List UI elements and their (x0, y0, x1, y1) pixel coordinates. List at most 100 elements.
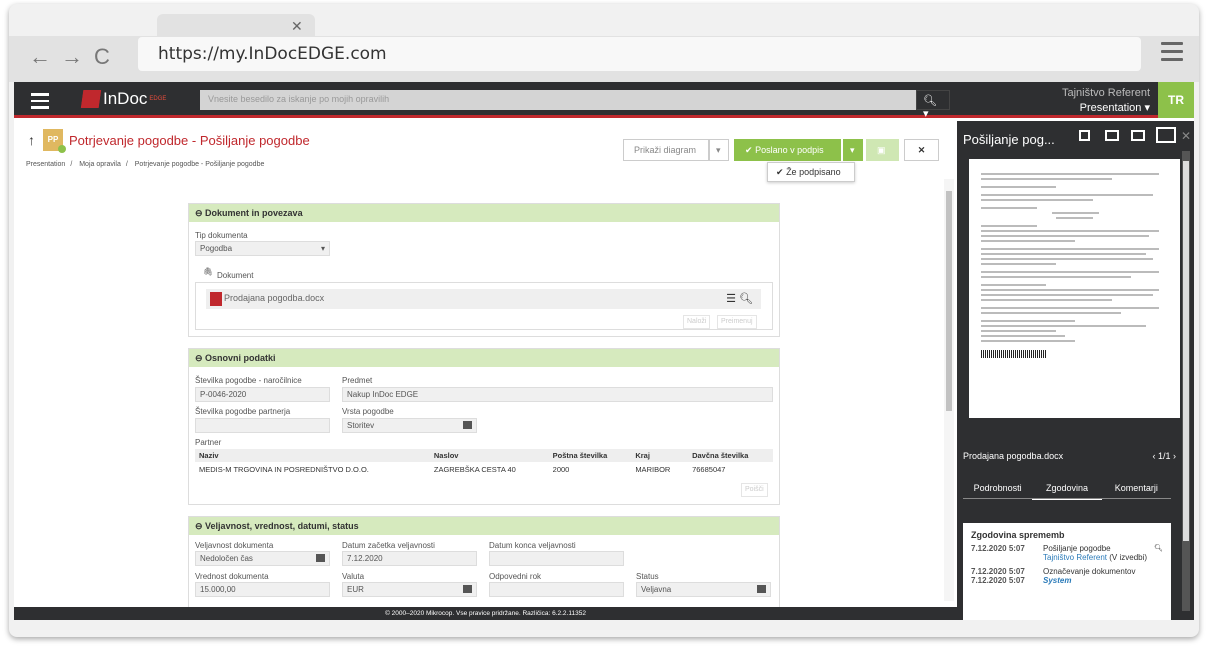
browser-menu-icon[interactable] (1161, 42, 1183, 66)
history-date: 7.12.2020 5:07 (971, 544, 1025, 553)
task-badge: PP (47, 135, 59, 144)
table-cell: ZAGREBŠKA CESTA 40 (433, 465, 516, 474)
start-date-label: Datum začetka veljavnosti (342, 541, 435, 550)
search-icon[interactable]: 🔍︎ (1154, 544, 1163, 562)
search-button[interactable]: 🔍︎ ▾ (916, 90, 950, 120)
save-icon[interactable]: ▣ (866, 139, 899, 161)
history-item[interactable]: 7.12.2020 5:07 System (971, 576, 1163, 585)
browser-window: ✕ ← → C https://my.InDocEDGE.com InDoc ED… (9, 4, 1199, 637)
file-row[interactable]: Prodajana pogodba.docx ☰ 🔍︎ (206, 289, 761, 309)
panel-scrollbar[interactable] (1182, 151, 1190, 611)
close-button[interactable]: ✕ (904, 139, 939, 161)
back-icon[interactable]: ↑ (28, 132, 35, 148)
history-item[interactable]: 7.12.2020 5:07 Pošiljanje pogodbe Tajništ… (971, 544, 1163, 562)
panel-close-icon[interactable]: ✕ (1181, 129, 1191, 143)
show-diagram-button[interactable]: Prikaži diagram (623, 139, 709, 161)
section-header[interactable]: ⊖ Osnovni podatki (189, 349, 779, 367)
logo-mark-icon (81, 90, 102, 108)
partner-table: Naziv Naslov Poštna številka Kraj Davčna… (195, 449, 773, 477)
top-bar: InDoc EDGE Vnesite besedilo za iskanje po… (14, 82, 1194, 120)
doc-type-value: Pogodba (200, 244, 233, 253)
user-company[interactable]: Presentation ▾ (1062, 101, 1150, 116)
history-item[interactable]: 7.12.2020 5:07 Označevanje dokumentov (971, 567, 1163, 576)
validity-value: Nedoločen čas (200, 554, 253, 563)
search-input[interactable]: Vnesite besedilo za iskanje po mojih opr… (200, 90, 950, 120)
contract-number-label: Številka pogodbe - naročilnice (195, 376, 302, 385)
diagram-dropdown-button[interactable]: ▾ (709, 139, 729, 161)
value-input[interactable]: 15.000,00 (195, 582, 330, 597)
dropdown-item-signed[interactable]: ✔ Že podpisano (767, 162, 855, 182)
send-dropdown-button[interactable]: ▾ (843, 139, 863, 161)
menu-icon[interactable] (31, 93, 49, 113)
panel-title: Pošiljanje pog... (963, 132, 1055, 147)
search-partner-button[interactable]: Poišči (741, 483, 768, 497)
history-user[interactable]: Tajništvo Referent (1043, 553, 1107, 562)
calendar-icon[interactable] (757, 585, 766, 593)
validity-input[interactable]: Nedoločen čas (195, 551, 330, 566)
calendar-icon[interactable] (463, 421, 472, 429)
breadcrumb: Presentation / Moja opravila / Potrjevanje… (26, 161, 265, 168)
table-header-row: Naziv Naslov Poštna številka Kraj Davčna… (195, 449, 773, 462)
avatar[interactable]: TR (1158, 82, 1194, 118)
section-title: Dokument in povezava (205, 208, 303, 218)
doc-label: Dokument (217, 271, 254, 280)
send-button[interactable]: ✔ Poslano v podpis (734, 139, 841, 161)
layout-full-icon[interactable] (1105, 130, 1119, 141)
app: InDoc EDGE Vnesite besedilo za iskanje po… (14, 82, 1194, 620)
doc-type-select[interactable]: Pogodba ▾ (195, 241, 330, 256)
breadcrumb-item: Potrjevanje pogodbe - Pošiljanje pogodbe (134, 161, 265, 168)
partner-number-input[interactable] (195, 418, 330, 433)
url-bar[interactable]: https://my.InDocEDGE.com (138, 37, 1141, 71)
contract-number-input[interactable]: P-0046-2020 (195, 387, 330, 402)
subject-label: Predmet (342, 376, 373, 385)
currency-input[interactable]: EUR (342, 582, 477, 597)
calendar-icon[interactable] (316, 554, 325, 562)
history-list: Zgodovina sprememb 7.12.2020 5:07 Pošilj… (963, 523, 1171, 620)
section-title: Osnovni podatki (205, 353, 276, 363)
contract-kind-input[interactable]: Storitev (342, 418, 477, 433)
notice-period-label: Odpovedni rok (489, 572, 542, 581)
logo[interactable]: InDoc EDGE (82, 89, 166, 109)
document-preview[interactable] (969, 159, 1180, 418)
table-row[interactable]: MEDIS-M TRGOVINA IN POSREDNIŠTVO D.O.O. … (195, 462, 773, 477)
breadcrumb-item[interactable]: Moja opravila (79, 161, 121, 168)
layout-panel-icon[interactable] (1156, 127, 1176, 143)
back-arrow-icon[interactable]: ← (29, 44, 51, 70)
rename-button[interactable]: Preimenuj (717, 315, 757, 329)
reload-icon[interactable]: C (94, 44, 110, 70)
logo-text: InDoc (103, 89, 148, 108)
footer: © 2000–2020 Mikrocop. Vse pravice pridrž… (14, 607, 957, 620)
external-link-icon[interactable] (1079, 130, 1090, 141)
column-header: Naslov (429, 449, 549, 462)
section-header[interactable]: ⊖ Veljavnost, vrednost, datumi, status (189, 517, 779, 535)
check-icon: ✔ (776, 167, 784, 177)
section-header[interactable]: ⊖ Dokument in povezava (189, 204, 779, 222)
forward-arrow-icon[interactable]: → (61, 44, 83, 70)
page-navigation[interactable]: ‹ 1/1 › (1152, 451, 1176, 461)
subject-input[interactable]: Nakup InDoc EDGE (342, 387, 773, 402)
contract-kind-label: Vrsta pogodbe (342, 407, 394, 416)
history-user[interactable]: System (1043, 576, 1071, 585)
start-date-input[interactable]: 7.12.2020 (342, 551, 477, 566)
tab-close-icon[interactable]: ✕ (291, 18, 303, 35)
status-value: Veljavna (641, 585, 672, 594)
layout-split-icon[interactable] (1131, 130, 1145, 141)
breadcrumb-item[interactable]: Presentation (26, 161, 65, 168)
load-button[interactable]: Naloži (683, 315, 711, 329)
section-validity: ⊖ Veljavnost, vrednost, datumi, status V… (188, 516, 780, 608)
main-content: ↑ PP Potrjevanje pogodbe - Pošiljanje po… (14, 121, 957, 620)
user-info[interactable]: Tajništvo Referent Presentation ▾ (1062, 86, 1150, 116)
main-scrollbar[interactable] (944, 179, 954, 601)
table-cell: MARIBOR (635, 465, 671, 474)
logo-sup: EDGE (149, 96, 167, 102)
file-actions-icon[interactable]: ☰ 🔍︎ (726, 292, 753, 305)
status-input[interactable]: Veljavna (636, 582, 771, 597)
end-date-input[interactable] (489, 551, 624, 566)
notice-period-input[interactable] (489, 582, 624, 597)
preview-panel: Pošiljanje pog... ✕ Prodajana pogodba.do… (957, 121, 1194, 620)
file-name[interactable]: Prodajana pogodba.docx (224, 293, 324, 303)
history-title: Zgodovina sprememb (971, 530, 1065, 540)
search-placeholder: Vnesite besedilo za iskanje po mojih opr… (208, 94, 390, 104)
history-text: Označevanje dokumentov (1043, 567, 1136, 576)
calendar-icon[interactable] (463, 585, 472, 593)
